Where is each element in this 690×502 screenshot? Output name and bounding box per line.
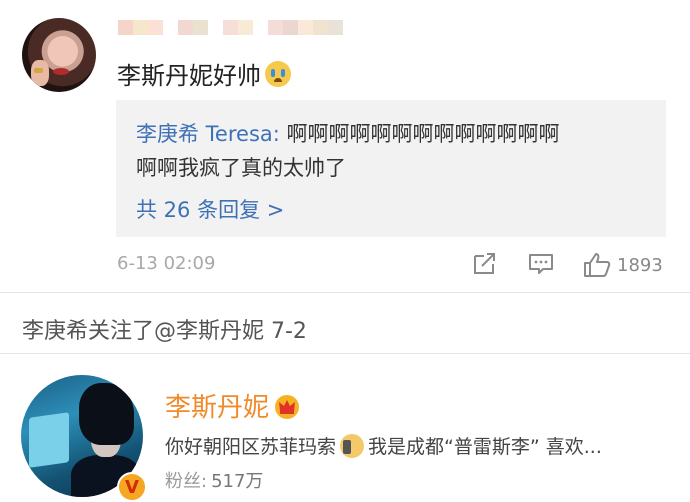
comment-button[interactable]: [528, 252, 554, 276]
reply-body-line2: 啊啊我疯了真的太帅了: [136, 156, 346, 180]
bio-text-part2: 我是成都“普雷斯李” 喜欢...: [368, 436, 602, 458]
pixel-block: [178, 20, 193, 35]
commenter-avatar[interactable]: [22, 18, 96, 92]
pixel-block: [253, 20, 268, 35]
profile-fans: 粉丝: 517万: [165, 467, 263, 493]
crown-icon: [275, 394, 300, 419]
reply-body-line1: 啊啊啊啊啊啊啊啊啊啊啊啊啊: [279, 122, 560, 146]
pixel-block: [163, 20, 178, 35]
comment-text: 李斯丹妮好帅: [117, 56, 291, 91]
profile-name[interactable]: 李斯丹妮: [165, 387, 269, 424]
pixel-block: [268, 20, 283, 35]
bio-text-part1: 你好朝阳区苏菲玛索: [165, 436, 337, 458]
pixel-block: [283, 20, 298, 35]
reply-author-link[interactable]: 李庚希 Teresa:: [136, 122, 280, 146]
follow-notice: 李庚希关注了@李斯丹妮 7-2: [22, 319, 307, 344]
share-button[interactable]: [472, 252, 498, 276]
profile-bio: 你好朝阳区苏菲玛索 我是成都“普雷斯李” 喜欢...: [165, 432, 602, 459]
avatar-hair: [79, 383, 134, 445]
avatar-ring: [34, 68, 43, 73]
pixel-block: [193, 20, 208, 35]
reply-first-line: 李庚希 Teresa: 啊啊啊啊啊啊啊啊啊啊啊啊啊: [136, 118, 560, 148]
divider: [0, 292, 690, 293]
person-phone-emoji-icon: [340, 433, 365, 458]
share-icon: [474, 253, 495, 274]
pixel-block: [208, 20, 223, 35]
fans-count: 517万: [211, 471, 264, 492]
pixel-block: [298, 20, 313, 35]
pixel-block: [133, 20, 148, 35]
pixel-block: [328, 20, 343, 35]
comment-bubble-icon: [529, 254, 553, 274]
like-count: 1893: [617, 254, 663, 276]
profile-name-row[interactable]: 李斯丹妮: [165, 387, 301, 424]
thumbs-up-icon: [584, 253, 611, 277]
comment-body: 李斯丹妮好帅: [117, 62, 261, 90]
pixel-block: [118, 20, 133, 35]
like-button[interactable]: 1893: [583, 252, 663, 278]
reply-preview-box[interactable]: 李庚希 Teresa: 啊啊啊啊啊啊啊啊啊啊啊啊啊 啊啊我疯了真的太帅了 共 2…: [116, 100, 666, 237]
pixel-block: [313, 20, 328, 35]
avatar-screen: [29, 412, 69, 468]
pixel-block: [238, 20, 253, 35]
avatar-mouth: [53, 68, 69, 75]
pixel-block: [148, 20, 163, 35]
pixel-block: [223, 20, 238, 35]
view-replies-link[interactable]: 共 26 条回复 >: [136, 194, 284, 224]
commenter-name-pixelated[interactable]: [118, 20, 343, 35]
verified-badge-icon: V: [117, 472, 147, 502]
avatar-hand: [31, 60, 49, 86]
fans-label: 粉丝:: [165, 471, 208, 492]
crying-face-emoji-icon: [265, 60, 291, 87]
divider: [0, 353, 690, 354]
comment-timestamp: 6-13 02:09: [117, 253, 216, 274]
